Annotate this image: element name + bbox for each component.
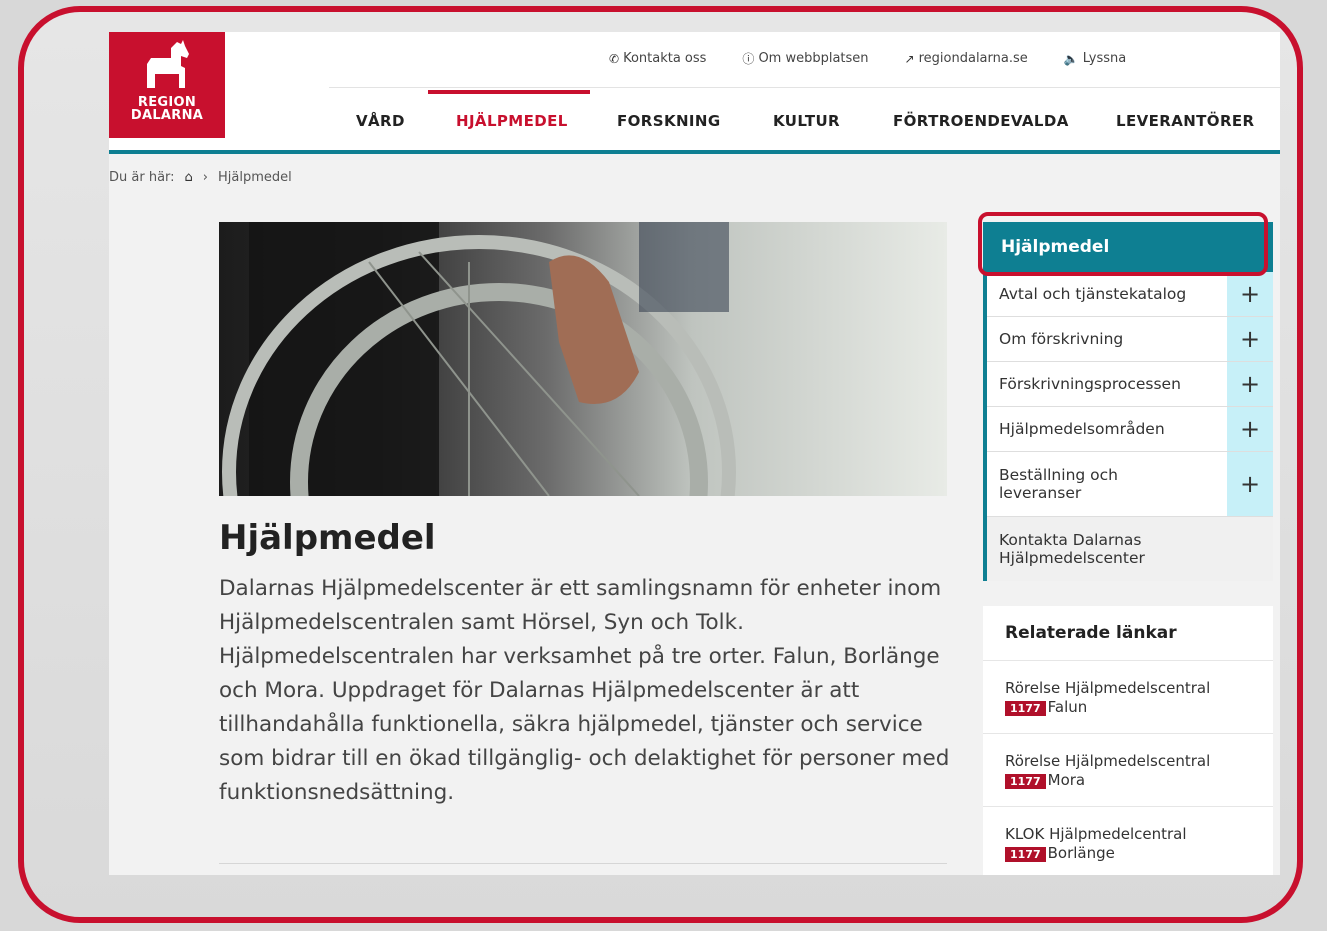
related-link-place: Mora (1047, 771, 1086, 789)
menu-item-kontakta[interactable]: Kontakta Dalarnas Hjälpmedelscenter (987, 517, 1273, 581)
related-link-text: KLOK Hjälpmedelcentral (1005, 825, 1187, 843)
related-link-text: Rörelse Hjälpmedelscentral (1005, 752, 1211, 770)
utility-nav: ✆ Kontakta oss ⓘ Om webbplatsen ↗ region… (609, 50, 1126, 67)
info-icon: ⓘ (742, 52, 755, 66)
nav-forskning[interactable]: FORSKNING (617, 112, 721, 130)
divider (329, 87, 1280, 88)
breadcrumb-current: Hjälpmedel (218, 170, 292, 185)
related-link-borlange[interactable]: KLOK Hjälpmedelcentral 1177 Borlänge (983, 807, 1273, 875)
breadcrumb-separator: › (202, 170, 208, 185)
header-accent-bar (109, 150, 1280, 154)
nav-hjalpmedel[interactable]: HJÄLPMEDEL (456, 112, 568, 130)
expand-plus-icon[interactable]: + (1227, 407, 1273, 451)
menu-item-processen[interactable]: Förskrivningsprocessen + (987, 362, 1273, 407)
topnav-region-label: regiondalarna.se (918, 51, 1028, 66)
speaker-icon: 🔈 (1063, 51, 1079, 66)
related-link-place: Borlänge (1047, 844, 1115, 862)
site-header: REGION DALARNA ✆ Kontakta oss ⓘ Om webbp… (109, 32, 1280, 152)
active-tab-indicator (428, 90, 590, 94)
badge-1177: 1177 (1005, 774, 1046, 789)
topnav-listen-label: Lyssna (1082, 51, 1127, 66)
home-icon[interactable]: ⌂ (185, 170, 193, 185)
menu-item-label: Kontakta Dalarnas Hjälpmedelscenter (999, 531, 1145, 567)
related-link-text: Rörelse Hjälpmedelscentral (1005, 679, 1211, 697)
wheelchair-illustration (222, 222, 736, 496)
menu-item-omraden[interactable]: Hjälpmedelsområden + (987, 407, 1273, 452)
nav-leverantorer[interactable]: LEVERANTÖRER (1116, 112, 1255, 130)
nav-kultur[interactable]: KULTUR (773, 112, 840, 130)
dala-horse-icon (147, 40, 189, 88)
main-nav: VÅRD HJÄLPMEDEL FORSKNING KULTUR FÖRTROE… (109, 90, 1280, 150)
breadcrumb-prefix: Du är här: (109, 170, 175, 185)
section-menu-list: Avtal och tjänstekatalog + Om förskrivni… (983, 272, 1273, 581)
menu-item-bestallning[interactable]: Beställning och leveranser + (987, 452, 1273, 517)
nav-vard[interactable]: VÅRD (356, 112, 405, 130)
related-link-falun[interactable]: Rörelse Hjälpmedelscentral 1177 Falun (983, 661, 1273, 734)
topnav-about[interactable]: ⓘ Om webbplatsen (742, 50, 868, 67)
menu-item-label: Hjälpmedelsområden (999, 420, 1165, 438)
badge-1177: 1177 (1005, 701, 1046, 716)
highlight-box (978, 212, 1268, 276)
related-link-place: Falun (1047, 698, 1088, 716)
content-divider (219, 863, 947, 864)
page-title: Hjälpmedel (219, 518, 436, 558)
menu-item-avtal[interactable]: Avtal och tjänstekatalog + (987, 272, 1273, 317)
menu-item-forskrivning[interactable]: Om förskrivning + (987, 317, 1273, 362)
expand-plus-icon[interactable]: + (1227, 317, 1273, 361)
hero-image-wheelchair (219, 222, 947, 496)
topnav-contact[interactable]: ✆ Kontakta oss (609, 50, 706, 67)
related-links: Relaterade länkar Rörelse Hjälpmedelscen… (983, 606, 1273, 875)
expand-plus-icon[interactable]: + (1227, 452, 1273, 516)
topnav-about-label: Om webbplatsen (758, 51, 869, 66)
webpage: REGION DALARNA ✆ Kontakta oss ⓘ Om webbp… (109, 32, 1280, 875)
phone-icon: ✆ (609, 51, 620, 66)
related-link-mora[interactable]: Rörelse Hjälpmedelscentral 1177 Mora (983, 734, 1273, 807)
intro-text: Dalarnas Hjälpmedelscenter är ett samlin… (219, 576, 950, 805)
topnav-listen[interactable]: 🔈 Lyssna (1064, 50, 1126, 67)
expand-plus-icon[interactable]: + (1227, 362, 1273, 406)
badge-1177: 1177 (1005, 847, 1046, 862)
related-links-title: Relaterade länkar (983, 606, 1273, 661)
menu-item-label: Avtal och tjänstekatalog (999, 285, 1187, 303)
topnav-region-link[interactable]: ↗ regiondalarna.se (905, 50, 1028, 67)
menu-item-label: Om förskrivning (999, 330, 1124, 348)
breadcrumb: Du är här: ⌂ › Hjälpmedel (109, 170, 292, 185)
menu-item-label: Förskrivningsprocessen (999, 375, 1181, 393)
expand-plus-icon[interactable]: + (1227, 272, 1273, 316)
external-link-icon: ↗ (904, 51, 915, 66)
nav-fortroendevalda[interactable]: FÖRTROENDEVALDA (893, 112, 1069, 130)
topnav-contact-label: Kontakta oss (623, 51, 707, 66)
menu-item-label: Beställning och leveranser (999, 466, 1118, 502)
